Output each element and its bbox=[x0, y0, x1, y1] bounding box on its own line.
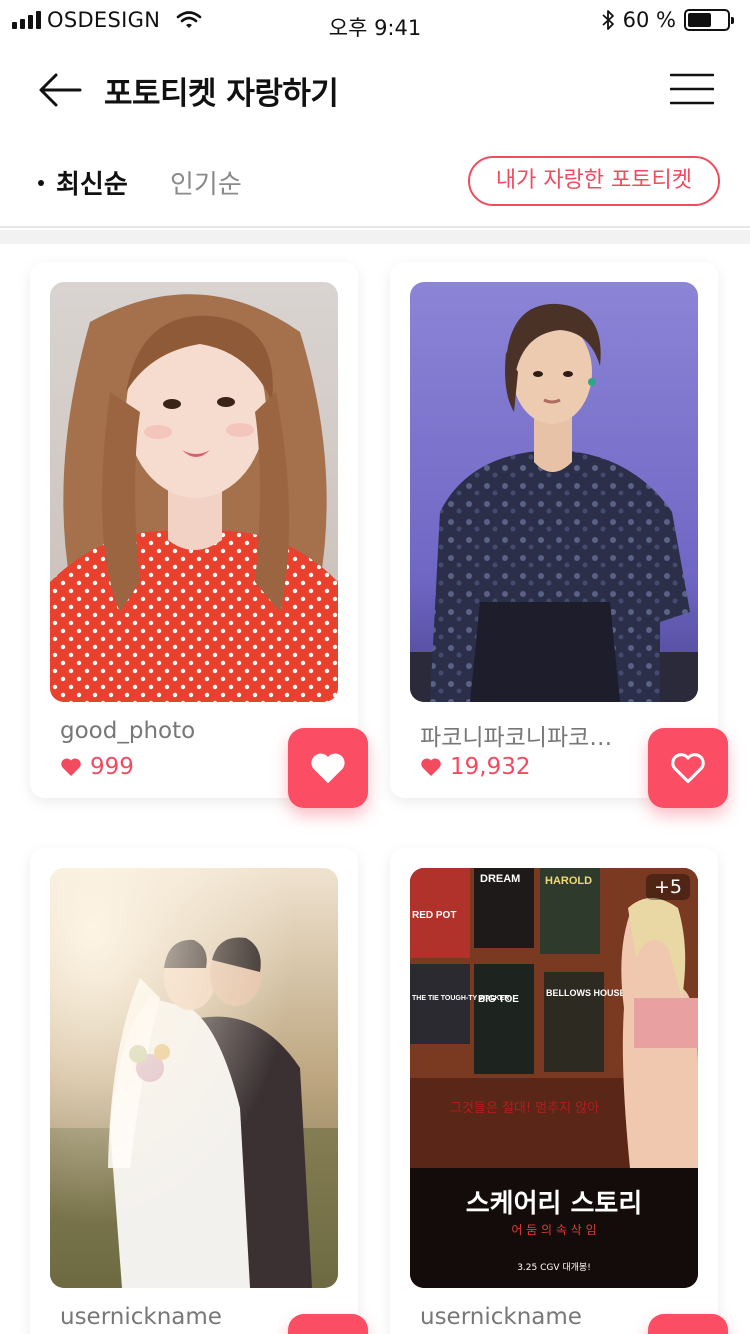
status-bar-right: 60 % bbox=[601, 8, 734, 32]
section-divider bbox=[0, 230, 750, 244]
poster-wall-text-harold: HAROLD bbox=[545, 875, 592, 887]
my-photo-tickets-button[interactable]: 내가 자랑한 포토티켓 bbox=[467, 156, 720, 206]
app-header: 포토티켓 자랑하기 bbox=[0, 44, 750, 134]
scary-stories-movie-poster: DREAM HAROLD RED POT THE TIE TOUGH-TY WA… bbox=[410, 868, 698, 1288]
card-nickname: 파코니파코니파코니파코니 bbox=[420, 725, 630, 751]
card-nickname: good_photo bbox=[60, 718, 196, 744]
photo-ticket-card: good_photo 999 bbox=[30, 262, 358, 798]
card-like-count: 999 bbox=[60, 754, 134, 780]
like-button[interactable] bbox=[288, 1314, 368, 1334]
heart-filled-icon bbox=[311, 753, 345, 784]
photo-ticket-card: DREAM HAROLD RED POT THE TIE TOUGH-TY WA… bbox=[390, 848, 718, 1334]
wedding-couple-photo bbox=[50, 868, 338, 1288]
extra-photos-badge: +5 bbox=[645, 874, 690, 900]
like-button[interactable] bbox=[648, 1314, 728, 1334]
arrow-left-icon bbox=[39, 73, 82, 107]
photo-ticket-card: 파코니파코니파코니파코니 19,932 bbox=[390, 262, 718, 798]
menu-button[interactable] bbox=[669, 72, 715, 106]
heart-filled-icon bbox=[61, 758, 81, 776]
card-like-count: 19,932 bbox=[420, 754, 530, 780]
bluetooth-icon bbox=[602, 10, 614, 30]
photo-ticket-image[interactable]: DREAM HAROLD RED POT THE TIE TOUGH-TY WA… bbox=[410, 868, 698, 1288]
battery-level bbox=[688, 13, 711, 27]
sort-bar: 최신순 인기순 내가 자랑한 포토티켓 bbox=[0, 134, 750, 228]
tab-popular-label: 인기순 bbox=[170, 170, 242, 200]
hamburger-menu-icon bbox=[669, 73, 715, 105]
photo-ticket-image[interactable] bbox=[50, 868, 338, 1288]
heart-outline-icon bbox=[671, 753, 705, 784]
active-tab-dot bbox=[38, 179, 44, 186]
heart-filled-icon bbox=[421, 758, 441, 776]
man-stage-floral-shirt-photo bbox=[410, 282, 698, 702]
status-bar: OSDESIGN 오후 9:41 60 % bbox=[0, 0, 750, 44]
poster-wall-text-bellows: BELLOWS HOUSE bbox=[546, 988, 626, 998]
battery-percent: 60 % bbox=[622, 8, 676, 32]
woman-red-polka-dot-photo bbox=[50, 282, 338, 702]
card-nickname: usernickname bbox=[420, 1304, 582, 1330]
photo-ticket-image[interactable] bbox=[410, 282, 698, 702]
poster-tagline: 그것들은 절대! 멈추지 않아 bbox=[450, 1101, 599, 1116]
card-nickname: usernickname bbox=[60, 1304, 222, 1330]
battery-icon bbox=[684, 9, 734, 31]
back-button[interactable] bbox=[36, 70, 84, 110]
poster-wall-text-big-toe: BIG TOE bbox=[478, 994, 519, 1005]
poster-title: 스케어리 스토리 bbox=[466, 1189, 643, 1219]
photo-ticket-card: usernickname bbox=[30, 848, 358, 1334]
poster-wall-text-red-pot: RED POT bbox=[412, 910, 456, 921]
like-count-value: 999 bbox=[90, 754, 134, 780]
poster-release: 3.25 CGV 대개봉! bbox=[517, 1262, 591, 1273]
photo-ticket-image[interactable] bbox=[50, 282, 338, 702]
tab-latest-label: 최신순 bbox=[56, 170, 128, 200]
like-button[interactable] bbox=[648, 728, 728, 808]
like-count-value: 19,932 bbox=[450, 754, 531, 780]
tab-latest[interactable]: 최신순 bbox=[38, 164, 128, 201]
poster-wall-text-dream: DREAM bbox=[480, 873, 520, 885]
like-button[interactable] bbox=[288, 728, 368, 808]
tab-popular[interactable]: 인기순 bbox=[170, 164, 242, 201]
poster-subtitle: 어 둠 의 속 삭 임 bbox=[511, 1223, 596, 1237]
page-title: 포토티켓 자랑하기 bbox=[104, 76, 339, 112]
